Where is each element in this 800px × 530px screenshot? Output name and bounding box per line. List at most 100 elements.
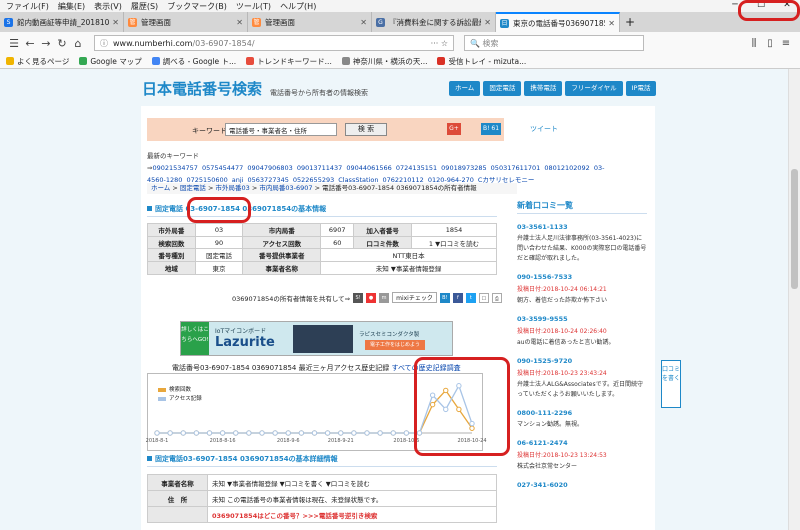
menu-item[interactable]: ブックマーク(B) (167, 1, 227, 12)
info-row: 番号種別 固定電話 番号提供事業者 NTT東日本 (147, 248, 497, 263)
breadcrumb-link[interactable]: ホーム (151, 184, 170, 192)
info-cell: アクセス回数 (242, 235, 322, 250)
recent-keyword-link[interactable]: 08012102092 (544, 164, 590, 172)
url-bar[interactable]: ⓘ www.numberhi.com/03-6907-1854/ ··· ☆ (94, 35, 454, 51)
breadcrumb-link[interactable]: 固定電話 (180, 184, 206, 192)
review-text: マンション勧誘。無視。 (517, 421, 584, 428)
review-phone-link[interactable]: 03-3561-1133 (517, 223, 647, 231)
menu-icon[interactable]: ☰ (6, 37, 22, 50)
top-nav-button[interactable]: フリーダイヤル (565, 81, 623, 96)
print-icon[interactable]: ⎙ (491, 292, 502, 303)
legend-swatch (158, 396, 166, 401)
tweet-link[interactable]: ツイート (530, 124, 558, 134)
browser-tab[interactable]: S 館内動画証等申請_20181023 - Sh✕ (0, 12, 124, 32)
tab-close-icon[interactable]: ✕ (112, 18, 119, 27)
review-phone-link[interactable]: 090-1525-9720 (517, 357, 647, 365)
reverse-lookup-link[interactable]: 0369071854はどこの番号？>>>電話番号逆引き検索 (212, 512, 377, 520)
recent-keyword-link[interactable]: 09047906803 (247, 164, 293, 172)
tab-close-icon[interactable]: ✕ (484, 18, 491, 27)
browser-tab[interactable]: 日東京の電話番号0369071854 03-6✕ (496, 12, 620, 32)
review-phone-link[interactable]: 090-1556-7533 (517, 273, 647, 281)
bookmark-icon[interactable]: ☐ (478, 292, 489, 303)
hatena-bookmark-button[interactable]: B! 61 (481, 123, 501, 135)
bookmark-favicon-icon (151, 57, 160, 65)
detail-row: 住 所未知 この電話番号の事業者情報は現在、未登録状態です。 (147, 490, 497, 507)
menu-item[interactable]: ヘルプ(H) (280, 1, 316, 12)
chart-history-link[interactable]: すべての歴史記録調査 (391, 364, 460, 372)
forward-icon[interactable]: → (38, 37, 54, 50)
tab-close-icon[interactable]: ✕ (236, 18, 243, 27)
menu-item[interactable]: ツール(T) (236, 1, 271, 12)
keyword-input[interactable]: 電話番号・事業者名・住所 (225, 123, 337, 136)
breadcrumb: ホーム > 固定電話 > 市外局番03 > 市内局番03-6907 > 電話番号… (147, 183, 517, 194)
ad-banner[interactable]: 詳しくはこちらへGO! IoTマイコンボード Lazurite ラピスセミコンダ… (180, 321, 453, 356)
twitter-icon[interactable]: t (465, 292, 476, 303)
gplus-button[interactable]: G+ (447, 123, 461, 135)
review-phone-link[interactable]: 03-3599-9555 (517, 315, 647, 323)
new-tab-icon[interactable]: + (620, 12, 640, 32)
library-icon[interactable]: ⫼ (746, 38, 762, 49)
search-bar[interactable]: 🔍 検索 (464, 35, 644, 51)
review-date: 投稿日付:2018-10-24 02:26:40 (517, 328, 607, 335)
maximize-icon[interactable]: ☐ (748, 0, 774, 12)
breadcrumb-link[interactable]: 市内局番03-6907 (259, 184, 312, 192)
bookmark-label: 調べる - Google ト... (162, 56, 237, 66)
site-title[interactable]: 日本電話番号検索 (142, 78, 262, 99)
bookmark-item[interactable]: Google マップ (79, 56, 142, 67)
info-row: 地域 東京 事業者名称 未知 ▼事業者情報登録 (147, 261, 497, 275)
scrollbar[interactable] (788, 69, 800, 530)
recent-keyword-link[interactable]: 09013711437 (297, 164, 343, 172)
browser-tab[interactable]: 管管理画面 ✕ (248, 12, 372, 32)
info-cell: 90 (194, 235, 244, 250)
recent-keyword-link[interactable]: 050317611701 (491, 164, 541, 172)
bookmark-item[interactable]: 受信トレイ - mizuta... (437, 56, 526, 67)
review-phone-link[interactable]: 027-341-6020 (517, 481, 647, 489)
share-icon-2[interactable]: ● (366, 292, 377, 303)
menu-item[interactable]: ファイル(F) (6, 1, 49, 12)
recent-keyword-link[interactable]: 09018973285 (441, 164, 487, 172)
bookmark-item[interactable]: 神奈川県・横浜の天... (341, 56, 428, 67)
back-icon[interactable]: ← (22, 37, 38, 50)
more-icon[interactable]: ··· ☆ (431, 39, 448, 48)
browser-tab[interactable]: 管管理画面 ✕ (124, 12, 248, 32)
share-icon-1[interactable]: S! (353, 292, 364, 303)
top-nav-button[interactable]: ホーム (449, 81, 481, 96)
menu-item[interactable]: 履歴(S) (131, 1, 158, 12)
recent-keyword-link[interactable]: 09044061566 (346, 164, 392, 172)
mixi-icon[interactable]: m (379, 292, 390, 303)
close-icon[interactable]: ✕ (774, 0, 800, 12)
browser-tab[interactable]: G 『消費料金に関する訴訟最終通✕ (372, 12, 496, 32)
write-review-tab[interactable]: 口コミを書く (661, 360, 681, 408)
review-phone-link[interactable]: 06-6121-2474 (517, 439, 647, 447)
search-button[interactable]: 検 索 (345, 123, 387, 136)
reload-icon[interactable]: ↻ (54, 37, 70, 50)
scroll-thumb[interactable] (791, 169, 798, 289)
home-icon[interactable]: ⌂ (70, 37, 86, 50)
hatena-icon[interactable]: B! (439, 292, 450, 303)
menu-bar: ファイル(F) 編集(E) 表示(V) 履歴(S) ブックマーク(B) ツール(T) ヘルプ… (0, 0, 800, 12)
bookmark-label: 神奈川県・横浜の天... (352, 56, 428, 66)
top-nav-button[interactable]: IP電話 (625, 81, 657, 96)
breadcrumb-link[interactable]: 市外局番03 (216, 184, 250, 192)
tab-close-icon[interactable]: ✕ (608, 19, 615, 28)
info-icon[interactable]: ⓘ (100, 38, 108, 49)
tab-close-icon[interactable]: ✕ (360, 18, 367, 27)
top-nav-button[interactable]: 固定電話 (483, 81, 522, 96)
info-cell: 東京 (194, 261, 244, 275)
recent-keyword-link[interactable]: 09021534757 (152, 164, 198, 172)
facebook-icon[interactable]: f (452, 292, 463, 303)
sidebar-icon[interactable]: ▯ (762, 38, 778, 49)
info-cell: 口コミ件数 (353, 235, 412, 250)
top-nav-button[interactable]: 携帯電話 (524, 81, 563, 96)
bookmark-item[interactable]: 調べる - Google ト... (151, 56, 237, 67)
minimize-icon[interactable]: ─ (722, 0, 748, 12)
menu-item[interactable]: 編集(E) (58, 1, 85, 12)
menu-item[interactable]: 表示(V) (94, 1, 122, 12)
overflow-icon[interactable]: ≡ (778, 38, 794, 49)
bookmark-item[interactable]: トレンドキーワード... (246, 56, 332, 67)
review-phone-link[interactable]: 0800-111-2296 (517, 409, 647, 417)
recent-keyword-link[interactable]: 0724135151 (396, 164, 437, 172)
bookmark-item[interactable]: よく見るページ (6, 56, 69, 67)
recent-keyword-link[interactable]: 0575454477 (202, 164, 243, 172)
mixi-check-button[interactable]: mixiチェック (392, 292, 437, 303)
